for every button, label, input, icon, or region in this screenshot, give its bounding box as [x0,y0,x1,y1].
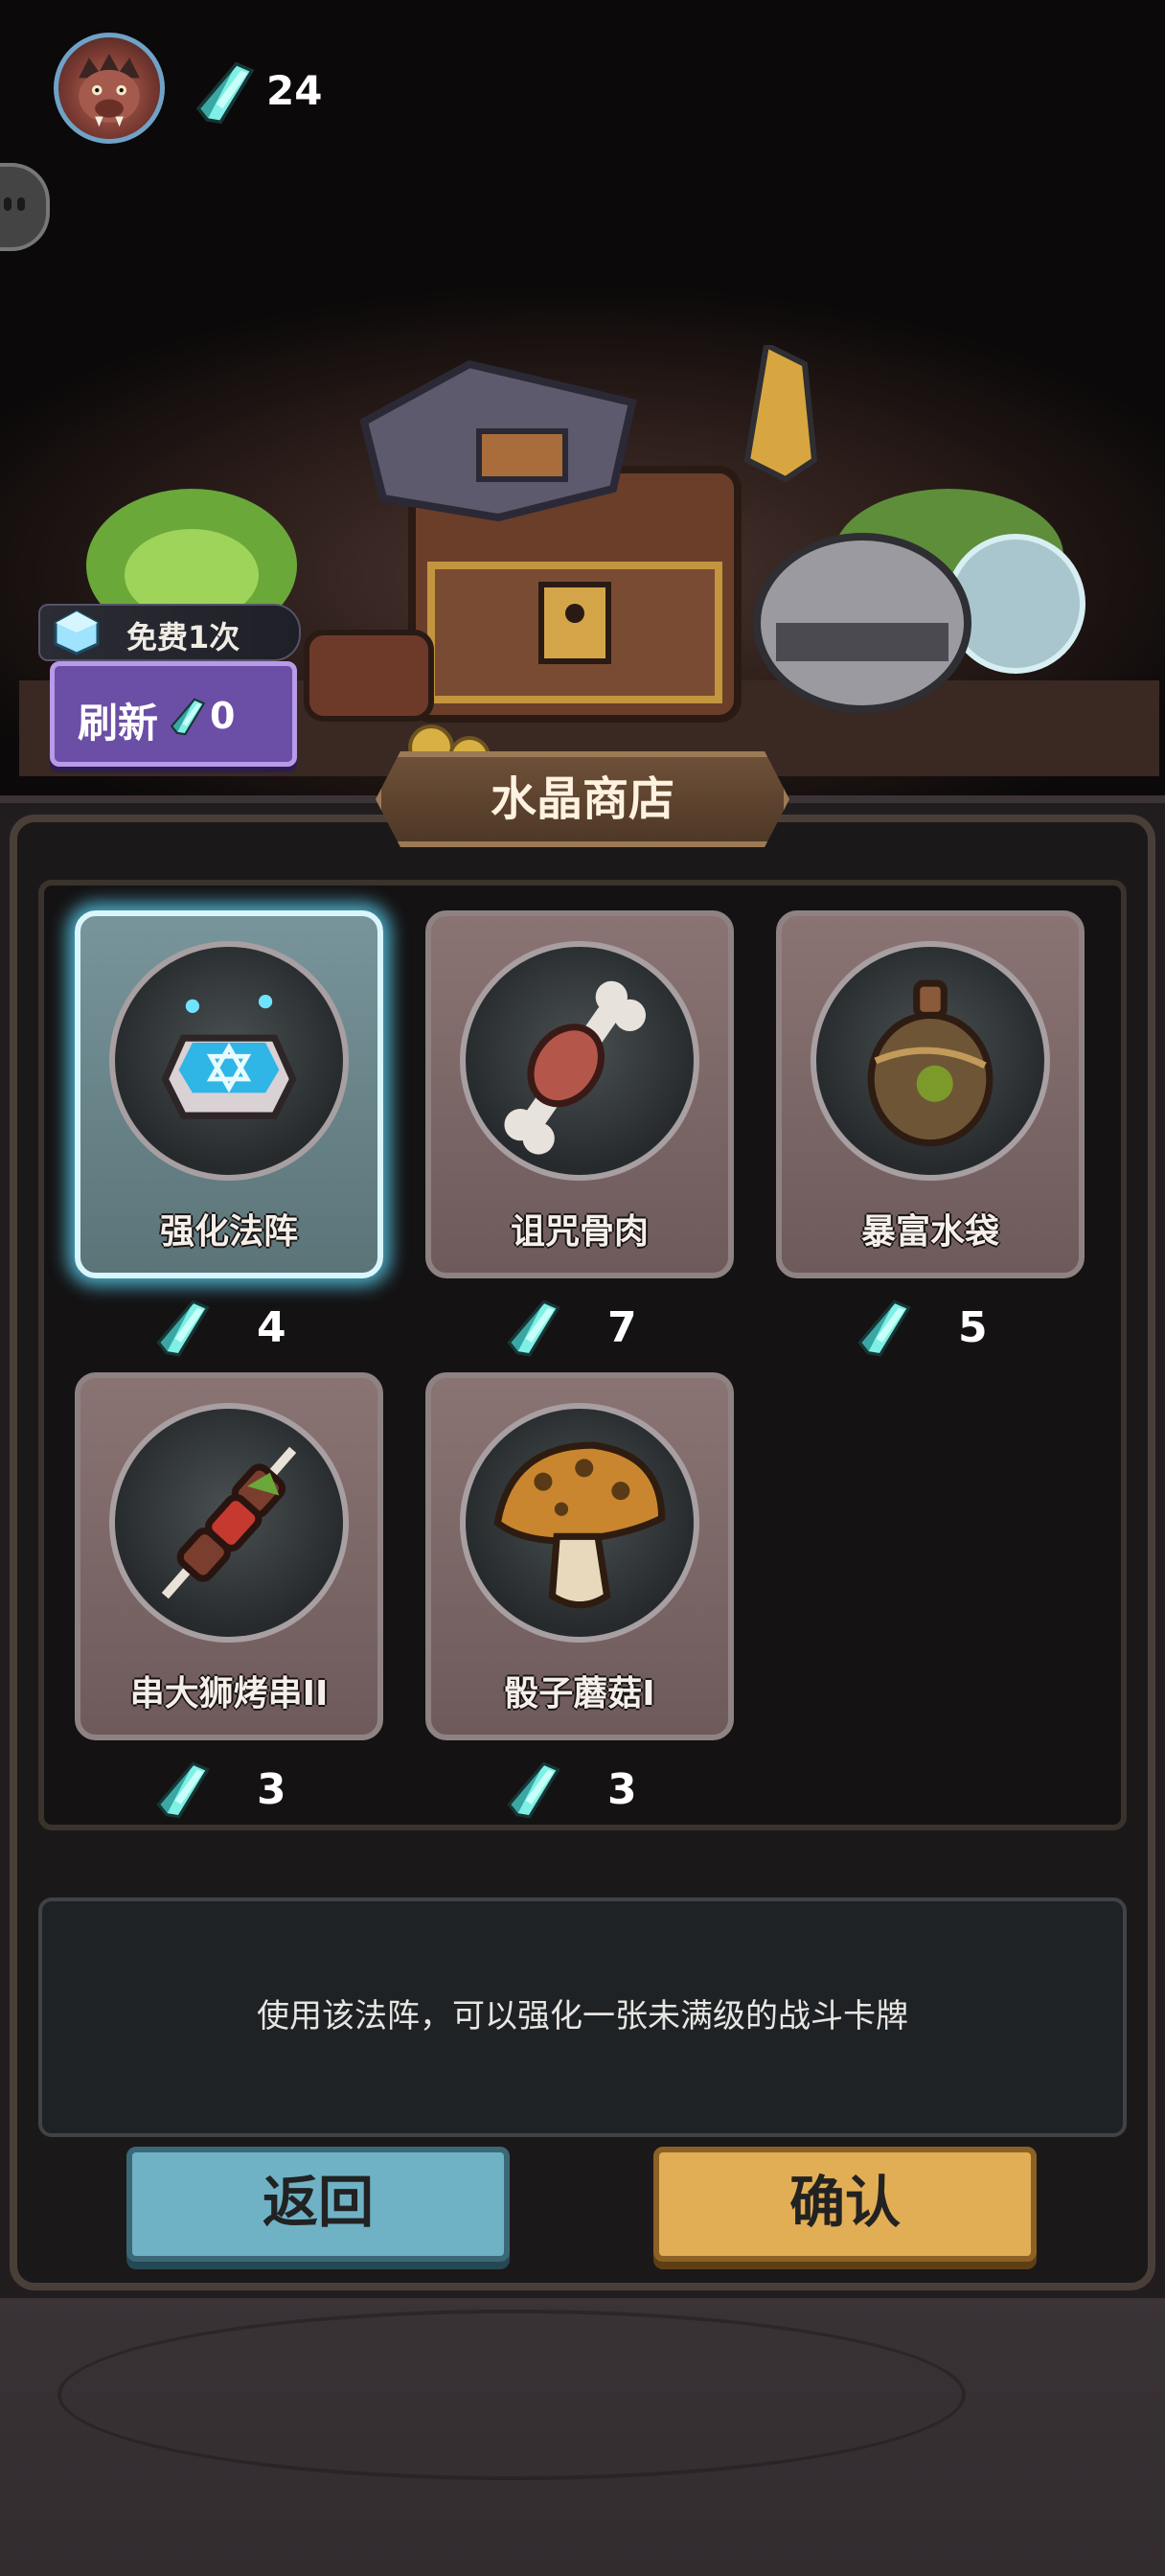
floor-rug [57,2310,966,2480]
item-icon-frame [109,1403,349,1643]
shop-title: 水晶商店 [490,772,674,826]
magic-circle-icon [161,994,297,1119]
confirm-button[interactable]: 确认 [653,2147,1037,2262]
item-description-box: 使用该法阵，可以强化一张未满级的战斗卡牌 [38,1898,1127,2137]
item-name: 串大狮烤串II [129,1674,329,1714]
shop-item-card[interactable]: 诅咒骨肉 [425,910,734,1278]
refresh-cost: 0 [210,695,236,737]
item-price: 3 [257,1765,286,1814]
water-bag-icon [867,979,994,1147]
crystal-icon [502,1760,565,1821]
item-name: 暴富水袋 [860,1212,999,1252]
crystal-icon [192,59,259,126]
dice-icon [54,610,100,656]
refresh-button[interactable]: 刷新 0 [50,661,297,767]
dice-mushroom-icon [493,1441,666,1609]
free-refresh-tag: 免费1次 [38,604,301,661]
free-refresh-label: 免费1次 [126,619,240,656]
item-price: 5 [958,1303,988,1352]
item-name: 强化法阵 [159,1212,298,1252]
cursed-bone-meat-icon [504,980,647,1155]
shop-item-card[interactable]: 暴富水袋 [776,910,1085,1278]
refresh-button-label: 刷新 [78,700,159,747]
crystal-icon [502,1298,565,1359]
shop-item-card[interactable]: 强化法阵 [75,910,383,1278]
back-button[interactable]: 返回 [126,2147,510,2262]
crystal-count: 24 [266,67,323,114]
item-price: 3 [607,1765,637,1814]
item-icon-frame [460,1403,699,1643]
crystal-icon [168,695,208,739]
skewer-icon [161,1446,297,1599]
crystal-icon [853,1298,916,1359]
item-price: 4 [257,1303,286,1352]
item-name: 诅咒骨肉 [510,1212,649,1252]
item-description: 使用该法阵，可以强化一张未满级的战斗卡牌 [257,1997,908,2036]
crystal-icon [151,1760,215,1821]
shop-item-card[interactable]: 骰子蘑菇I [425,1372,734,1740]
item-name: 骰子蘑菇I [504,1674,655,1714]
item-icon-frame [460,941,699,1181]
shop-item-card[interactable]: 串大狮烤串II [75,1372,383,1740]
item-price: 7 [607,1303,637,1352]
player-avatar[interactable] [54,33,165,144]
crystal-icon [151,1298,215,1359]
boar-avatar-icon [79,53,140,127]
item-icon-frame [109,941,349,1181]
item-icon-frame [811,941,1050,1181]
